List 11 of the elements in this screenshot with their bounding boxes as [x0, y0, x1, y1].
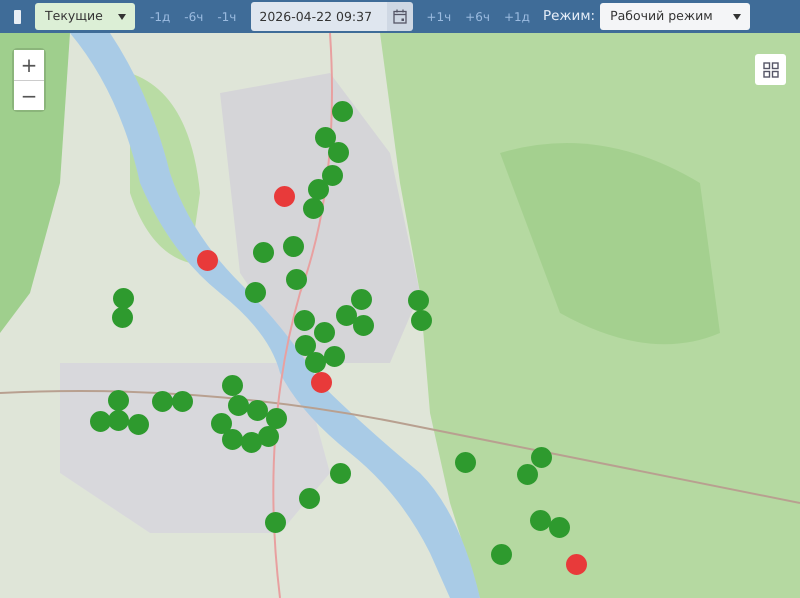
zoom-out-button[interactable]: −	[14, 80, 44, 110]
step-forward-button[interactable]: +1ч	[422, 8, 456, 26]
period-dropdown[interactable]: Текущие	[35, 3, 135, 30]
step-forward-button[interactable]: +6ч	[461, 8, 494, 26]
datetime-field[interactable]: 2026-04-22 09:37	[251, 2, 388, 31]
mode-dropdown[interactable]: Рабочий режим	[600, 3, 750, 30]
step-back-button[interactable]: -1д	[146, 8, 174, 26]
step-forward-button[interactable]: +1д	[500, 8, 534, 26]
step-back-button[interactable]: -6ч	[180, 8, 208, 26]
mode-label: Режим:	[542, 7, 596, 26]
step-back-button[interactable]: -1ч	[213, 8, 240, 26]
